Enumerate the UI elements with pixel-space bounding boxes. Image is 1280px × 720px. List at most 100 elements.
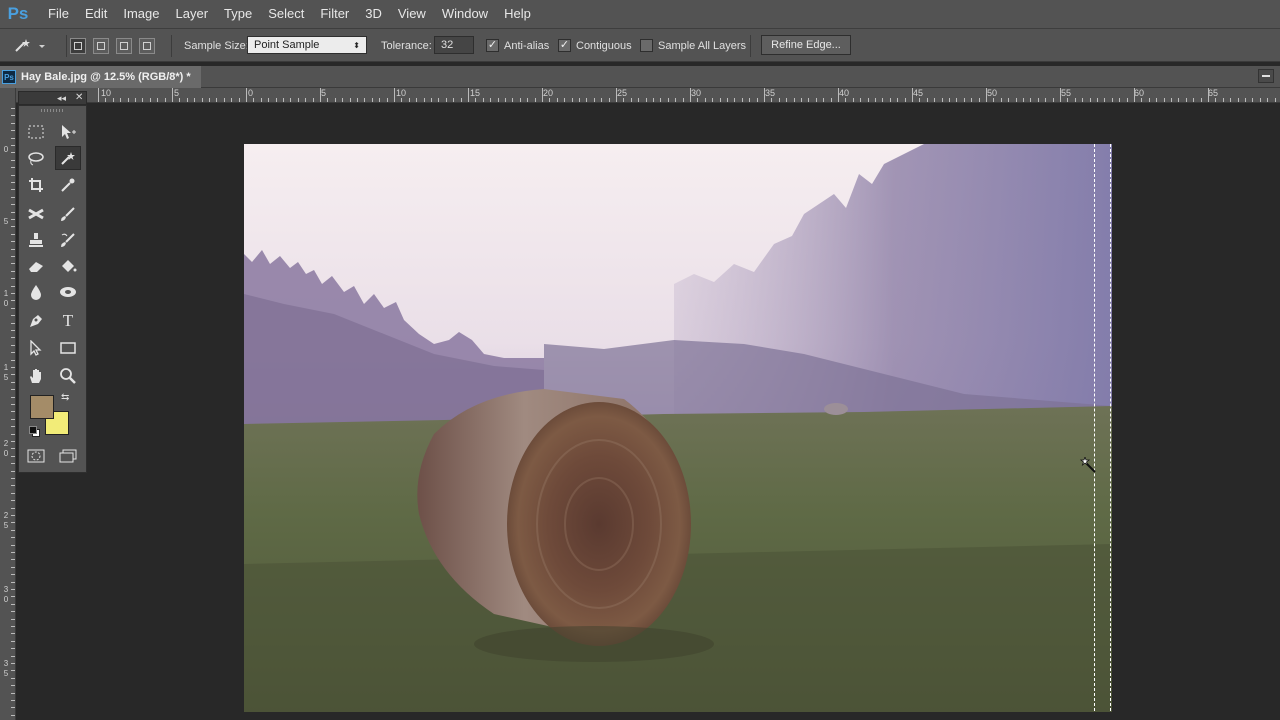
- ruler-tick: [1097, 98, 1098, 102]
- contiguous-checkbox[interactable]: ✓ Contiguous: [558, 29, 632, 62]
- ruler-tick: [11, 411, 15, 413]
- ruler-tick: [490, 98, 492, 102]
- ruler-tick: [11, 315, 15, 317]
- ruler-tick: [11, 492, 15, 494]
- ruler-tick: [11, 663, 15, 664]
- menu-image[interactable]: Image: [115, 0, 167, 28]
- move-icon[interactable]: [55, 120, 81, 144]
- menu-view[interactable]: View: [390, 0, 434, 28]
- vertical-ruler[interactable]: 0 5 1 0 1 5 2 0 2 5 3 0 3 5: [0, 88, 16, 720]
- intersect-selection-button[interactable]: [139, 37, 155, 54]
- ruler-tick: [11, 537, 15, 539]
- minimize-panel-button[interactable]: [1258, 69, 1274, 83]
- type-icon[interactable]: T: [55, 309, 81, 333]
- collapse-panel-icon[interactable]: ◂◂: [57, 92, 66, 104]
- panel-grip[interactable]: [41, 109, 63, 112]
- add-to-selection-button[interactable]: [93, 37, 109, 54]
- ruler-tick: [11, 433, 15, 435]
- ruler-tick: [157, 98, 159, 102]
- screen-mode-icon[interactable]: [55, 444, 81, 468]
- foreground-color-swatch[interactable]: [30, 395, 54, 419]
- ruler-tick: [11, 700, 15, 701]
- ruler-tick: [475, 98, 477, 102]
- ruler-tick: [978, 98, 980, 102]
- ruler-tick: [830, 98, 832, 102]
- tool-preset-picker[interactable]: [8, 29, 60, 62]
- anti-alias-label: Anti-alias: [504, 39, 550, 52]
- dodge-icon[interactable]: [55, 280, 81, 304]
- ruler-tick: [1171, 98, 1172, 102]
- hand-icon[interactable]: [23, 364, 49, 388]
- menu-window[interactable]: Window: [434, 0, 496, 28]
- menu-layer[interactable]: Layer: [168, 0, 217, 28]
- crop-icon[interactable]: [23, 173, 49, 197]
- zoom-icon[interactable]: [55, 364, 81, 388]
- menu-edit[interactable]: Edit: [77, 0, 115, 28]
- history-brush-icon[interactable]: [55, 228, 81, 252]
- healing-brush-icon[interactable]: [23, 202, 49, 226]
- ruler-tick: [11, 211, 15, 213]
- ruler-tick: [897, 98, 899, 102]
- refine-edge-button[interactable]: Refine Edge...: [761, 35, 851, 55]
- path-selection-icon[interactable]: [23, 336, 49, 360]
- lasso-icon[interactable]: [23, 146, 49, 170]
- ruler-tick: [1200, 98, 1202, 102]
- ruler-label: 5: [321, 88, 327, 98]
- ruler-tick: [246, 88, 247, 102]
- paint-bucket-icon[interactable]: [55, 254, 81, 278]
- ruler-tick: [11, 167, 15, 169]
- ruler-tick: [11, 359, 15, 361]
- ruler-tick: [445, 98, 447, 102]
- quick-mask-icon[interactable]: [23, 444, 49, 468]
- blur-icon[interactable]: [23, 280, 49, 304]
- ruler-tick: [1067, 98, 1069, 102]
- rectangular-marquee-icon[interactable]: [23, 120, 49, 144]
- photoshop-logo: Ps: [7, 4, 29, 23]
- clone-stamp-icon[interactable]: [23, 228, 49, 252]
- tolerance-input[interactable]: 32: [434, 36, 474, 54]
- ruler-tick: [1045, 98, 1047, 102]
- ruler-label: 0: [3, 449, 9, 458]
- horizontal-ruler[interactable]: 10 5 0 5 10 15 20 25 30 35 40 45 50 55 6…: [0, 88, 1280, 103]
- menu-3d[interactable]: 3D: [357, 0, 390, 28]
- ruler-tick: [223, 98, 225, 102]
- ruler-tick: [667, 98, 669, 102]
- ruler-tick: [11, 529, 15, 531]
- ruler-tick: [549, 98, 551, 102]
- ruler-tick: [638, 98, 640, 102]
- rectangle-icon[interactable]: [55, 336, 81, 360]
- ruler-tick: [11, 448, 15, 450]
- brush-icon[interactable]: [55, 202, 81, 226]
- eraser-icon[interactable]: [23, 254, 49, 278]
- default-colors-icon[interactable]: [29, 426, 40, 437]
- anti-alias-checkbox[interactable]: ✓ Anti-alias: [486, 29, 549, 62]
- ruler-tick: [305, 98, 307, 102]
- ruler-tick: [712, 98, 714, 102]
- ruler-tick: [11, 559, 15, 561]
- ruler-tick: [1126, 98, 1128, 102]
- new-selection-button[interactable]: [70, 37, 86, 54]
- menu-filter[interactable]: Filter: [312, 0, 357, 28]
- ruler-tick: [1134, 88, 1135, 102]
- close-panel-icon[interactable]: ✕: [75, 92, 83, 104]
- magic-wand-icon[interactable]: [55, 146, 81, 170]
- ruler-tick: [875, 98, 876, 102]
- ruler-tick: [11, 248, 15, 250]
- sample-all-layers-checkbox[interactable]: Sample All Layers: [640, 29, 746, 62]
- menu-help[interactable]: Help: [496, 0, 539, 28]
- menu-type[interactable]: Type: [216, 0, 260, 28]
- ruler-tick: [11, 115, 15, 117]
- document-canvas[interactable]: [244, 144, 1112, 712]
- ruler-tick: [423, 98, 425, 102]
- pen-icon[interactable]: [23, 309, 49, 333]
- ruler-tick: [11, 300, 15, 302]
- subtract-from-selection-button[interactable]: [116, 37, 132, 54]
- ruler-tick: [11, 122, 15, 124]
- eyedropper-icon[interactable]: [55, 173, 81, 197]
- swap-colors-icon[interactable]: ⇆: [61, 392, 69, 403]
- sample-size-dropdown[interactable]: Point Sample ⬍: [247, 36, 367, 54]
- menu-select[interactable]: Select: [260, 0, 312, 28]
- menu-file[interactable]: File: [40, 0, 77, 28]
- tools-panel-header[interactable]: ◂◂ ✕: [18, 91, 87, 105]
- document-tab[interactable]: Ps Hay Bale.jpg @ 12.5% (RGB/8*) *: [0, 66, 201, 88]
